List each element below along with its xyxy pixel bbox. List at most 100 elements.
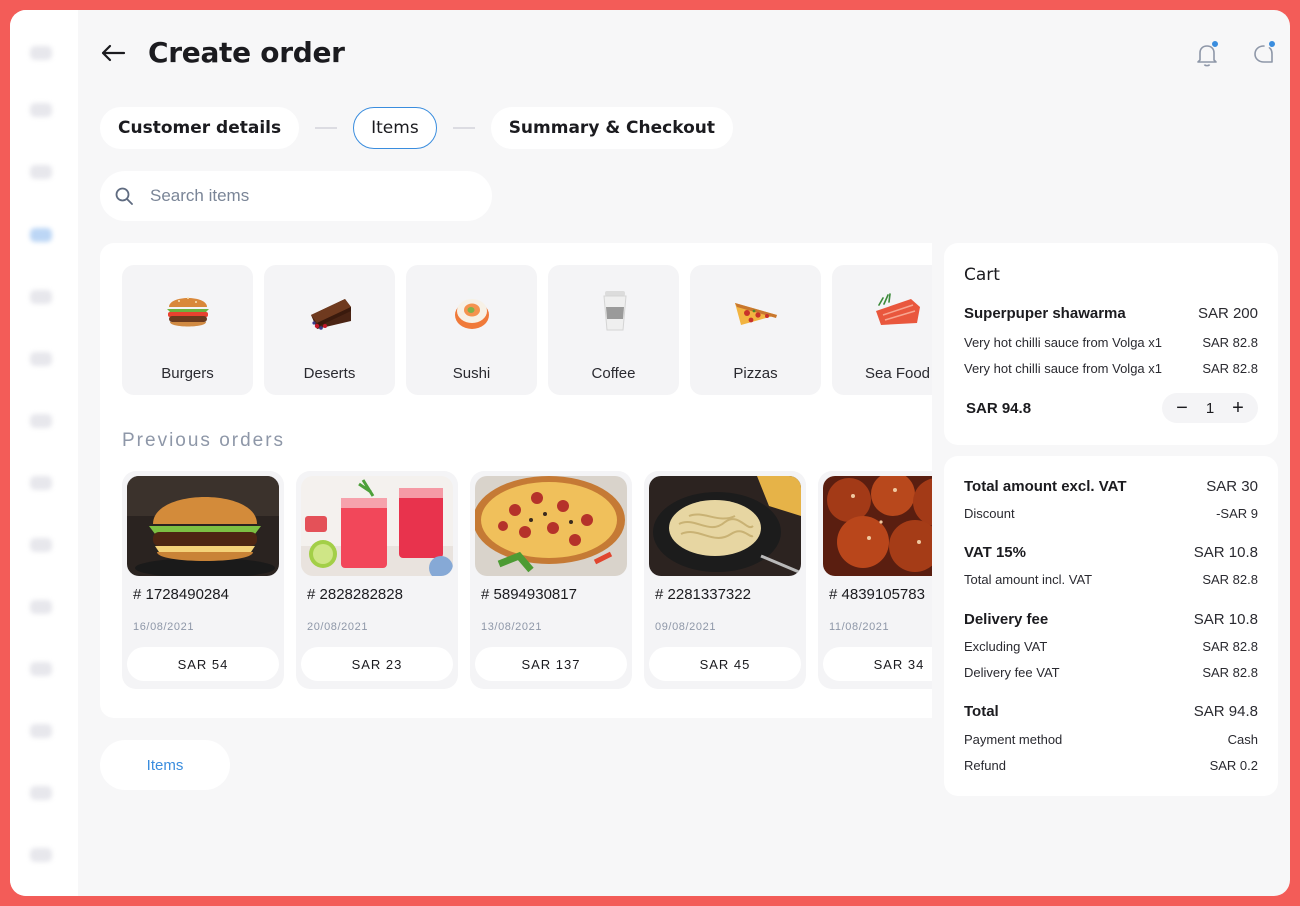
discount-row: Discount -SAR 9 — [964, 506, 1258, 521]
back-arrow-icon[interactable] — [98, 38, 128, 68]
category-sushi[interactable]: Sushi — [406, 265, 537, 395]
sidebar-settings-icon[interactable] — [30, 786, 52, 800]
bell-icon[interactable] — [1193, 40, 1221, 68]
order-price: SAR 54 — [127, 647, 279, 681]
category-list: Burgers Deserts Sushi Coffee Pizzas Sea … — [122, 265, 932, 395]
order-date: 20/08/2021 — [307, 621, 369, 633]
cart-panel: Cart Superpuper shawarma SAR 200 Very ho… — [944, 243, 1278, 445]
order-price: SAR 23 — [301, 647, 453, 681]
order-price: SAR 45 — [649, 647, 801, 681]
delivery-fee-value: SAR 10.8 — [1193, 611, 1258, 628]
total-incl-vat-label: Total amount incl. VAT — [964, 572, 1093, 587]
grand-total-row: Total SAR 94.8 — [964, 703, 1258, 720]
sidebar-users-icon[interactable] — [30, 724, 52, 738]
sidebar — [10, 10, 78, 896]
category-coffee[interactable]: Coffee — [548, 265, 679, 395]
discount-label: Discount — [964, 506, 1015, 521]
cart-extra-price: SAR 82.8 — [1202, 361, 1258, 376]
order-number: # 4839105783 — [829, 586, 925, 603]
sidebar-doc-icon[interactable] — [30, 600, 52, 614]
search-bar — [100, 171, 492, 221]
drinks-photo — [301, 476, 453, 576]
delivery-vat-label: Delivery fee VAT — [964, 665, 1060, 680]
delivery-vat-row: Delivery fee VAT SAR 82.8 — [964, 665, 1258, 680]
excluding-vat-label: Excluding VAT — [964, 639, 1048, 654]
category-label: Deserts — [303, 365, 356, 382]
order-number: # 1728490284 — [133, 586, 229, 603]
pizza-slice-icon — [735, 303, 777, 325]
order-card[interactable]: # 2828282828 20/08/2021 SAR 23 — [296, 471, 458, 689]
category-label: Sushi — [452, 365, 491, 382]
cake-icon — [311, 299, 351, 330]
chat-icon[interactable] — [1250, 40, 1278, 68]
search-input[interactable] — [150, 186, 450, 206]
category-burgers[interactable]: Burgers — [122, 265, 253, 395]
order-card[interactable]: # 2281337322 09/08/2021 SAR 45 — [644, 471, 806, 689]
catalog-panel: Burgers Deserts Sushi Coffee Pizzas Sea … — [100, 243, 932, 718]
grand-total-value: SAR 94.8 — [1193, 703, 1258, 720]
order-date: 11/08/2021 — [829, 621, 890, 633]
sidebar-file-icon[interactable] — [30, 662, 52, 676]
pasta-photo — [649, 476, 801, 576]
total-excl-vat-value: SAR 30 — [1206, 478, 1258, 495]
sidebar-code-icon[interactable] — [30, 538, 52, 552]
grand-total-label: Total — [964, 703, 999, 720]
category-label: Pizzas — [733, 365, 778, 382]
sidebar-orders-icon[interactable] — [30, 228, 52, 242]
salmon-icon — [876, 293, 920, 325]
items-button[interactable]: Items — [100, 740, 230, 790]
order-card[interactable]: # 1728490284 16/08/2021 SAR 54 — [122, 471, 284, 689]
category-deserts[interactable]: Deserts — [264, 265, 395, 395]
sidebar-search-icon[interactable] — [30, 290, 52, 304]
cart-item: Superpuper shawarma SAR 200 — [964, 305, 1258, 322]
order-price: SAR 34 — [823, 647, 932, 681]
category-sea-food[interactable]: Sea Food — [832, 265, 932, 395]
page-title: Create order — [148, 36, 345, 69]
step-summary-checkout[interactable]: Summary & Checkout — [490, 107, 734, 149]
sidebar-clock-icon[interactable] — [30, 476, 52, 490]
order-card[interactable]: # 4839105783 11/08/2021 SAR 34 — [818, 471, 932, 689]
vat-value: SAR 10.8 — [1193, 544, 1258, 561]
delivery-fee-label: Delivery fee — [964, 611, 1049, 628]
pizza-photo — [475, 476, 627, 576]
total-excl-vat-label: Total amount excl. VAT — [964, 478, 1127, 495]
refund-label: Refund — [964, 758, 1006, 773]
category-pizzas[interactable]: Pizzas — [690, 265, 821, 395]
total-incl-vat-row: Total amount incl. VAT SAR 82.8 — [964, 572, 1258, 587]
sushi-icon — [455, 299, 489, 329]
order-date: 13/08/2021 — [481, 621, 543, 633]
sidebar-list-icon[interactable] — [30, 352, 52, 366]
sidebar-item-icon[interactable] — [30, 165, 52, 179]
step-customer-details[interactable]: Customer details — [100, 107, 300, 149]
totals-panel: Total amount excl. VAT SAR 30 Discount -… — [944, 456, 1278, 796]
total-incl-vat-value: SAR 82.8 — [1202, 572, 1258, 587]
sidebar-menu-icon[interactable] — [30, 46, 52, 60]
vat-row: VAT 15% SAR 10.8 — [964, 544, 1258, 561]
cart-extra: Very hot chilli sauce from Volga x1 SAR … — [964, 361, 1258, 376]
sidebar-alert-icon[interactable] — [30, 414, 52, 428]
category-label: Coffee — [591, 365, 636, 382]
cart-extra: Very hot chilli sauce from Volga x1 SAR … — [964, 335, 1258, 350]
refund-value: SAR 0.2 — [1209, 758, 1258, 773]
previous-orders-list: # 1728490284 16/08/2021 SAR 54 # 2828282… — [122, 471, 932, 689]
payment-method-label: Payment method — [964, 732, 1063, 747]
plus-button[interactable]: + — [1229, 397, 1247, 419]
order-number: # 5894930817 — [481, 586, 577, 603]
cart-extra-price: SAR 82.8 — [1202, 335, 1258, 350]
minus-button[interactable]: − — [1173, 397, 1191, 419]
chat-notification-dot — [1268, 40, 1276, 48]
fried-chicken-photo — [823, 476, 932, 576]
refund-row: Refund SAR 0.2 — [964, 758, 1258, 773]
category-label: Burgers — [161, 365, 214, 382]
order-card[interactable]: # 5894930817 13/08/2021 SAR 137 — [470, 471, 632, 689]
cart-title: Cart — [964, 265, 1000, 285]
category-label: Sea Food — [864, 365, 931, 382]
vat-label: VAT 15% — [964, 544, 1026, 561]
payment-method-row: Payment method Cash — [964, 732, 1258, 747]
sidebar-dashboard-icon[interactable] — [30, 103, 52, 117]
sidebar-logout-icon[interactable] — [30, 848, 52, 862]
step-items[interactable]: Items — [353, 107, 437, 149]
order-number: # 2281337322 — [655, 586, 751, 603]
app-window: Create order Customer details Items Summ… — [10, 10, 1290, 896]
quantity-stepper: − 1 + — [1162, 393, 1258, 423]
